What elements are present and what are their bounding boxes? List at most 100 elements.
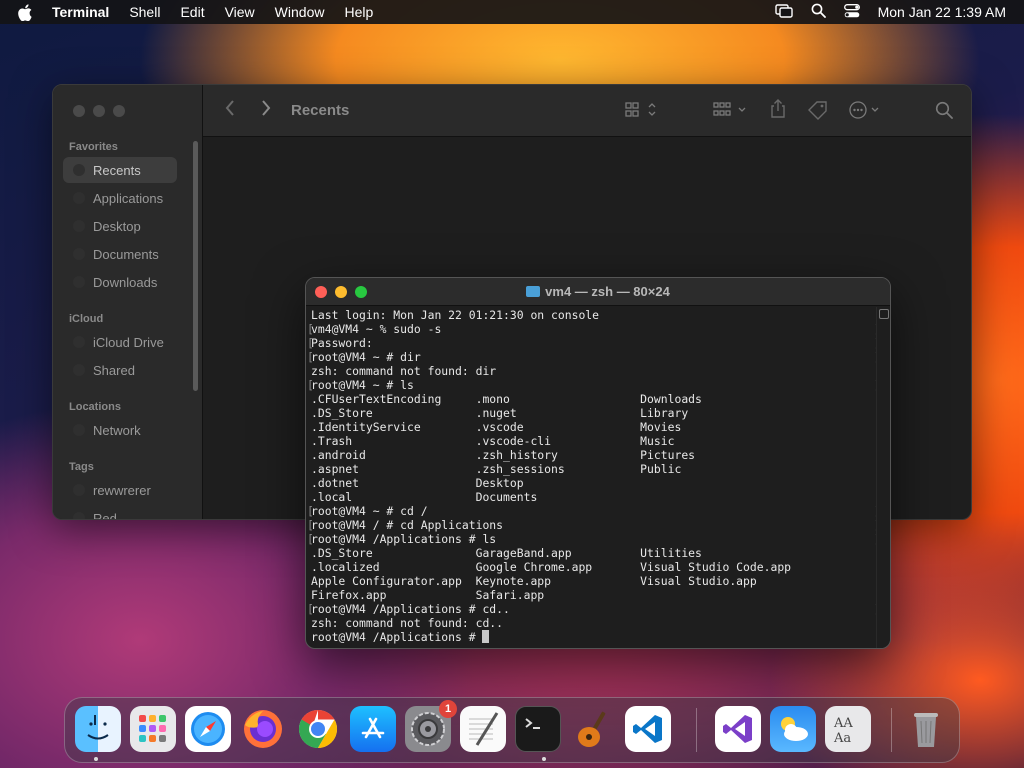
sidebar-item-applications[interactable]: Applications [63,185,177,211]
terminal-line-text: zsh: command not found: dir [311,364,497,378]
sidebar-item-label: Recents [93,162,141,178]
menu-bar: Terminal Shell Edit View Window Help Mon… [0,0,1024,24]
menu-app-terminal[interactable]: Terminal [52,4,109,20]
finder-close-button[interactable] [73,105,85,117]
finder-window-controls [73,105,125,117]
sidebar-item-icloud-drive[interactable]: iCloud Drive [63,329,177,355]
sidebar-item-label: Desktop [93,218,141,234]
menu-view[interactable]: View [225,4,255,20]
menu-help[interactable]: Help [344,4,373,20]
applications-icon [73,192,85,204]
terminal-title-text: vm4 — zsh — 80×24 [545,284,670,299]
network-icon [73,424,85,436]
dock-finder[interactable] [75,706,121,752]
finder-zoom-button[interactable] [113,105,125,117]
terminal-line: .DS_Store GarageBand.app Utilities [311,546,876,560]
sidebar-item-shared[interactable]: Shared [63,357,177,383]
menu-edit[interactable]: Edit [180,4,204,20]
terminal-line-text: root@VM4 ~ # cd / [311,504,428,518]
sidebar-item-tag-red[interactable]: Red [63,505,177,519]
apple-menu-icon[interactable] [18,3,36,21]
dock-launchpad[interactable] [130,706,176,752]
terminal-line: [root@VM4 ~ # cd /] [307,504,881,518]
terminal-titlebar[interactable]: vm4 — zsh — 80×24 [306,278,890,306]
dock-visual-studio[interactable] [715,706,761,752]
menu-shell[interactable]: Shell [129,4,160,20]
dock-firefox[interactable] [240,706,286,752]
terminal-line: .Trash .vscode-cli Music [311,434,876,448]
download-icon [73,276,85,288]
dock-textedit[interactable] [460,706,506,752]
sidebar-section-favorites: Favorites [69,141,118,153]
view-grid-icon[interactable] [625,102,659,123]
menu-window[interactable]: Window [275,4,325,20]
document-icon [73,248,85,260]
terminal-line-text: root@VM4 /Applications # ls [311,532,497,546]
back-chevron-icon[interactable] [225,99,235,122]
terminal-line: .DS_Store .nuget Library [311,406,876,420]
sidebar-section-tags: Tags [69,461,94,473]
sidebar-item-network[interactable]: Network [63,417,177,443]
dock-font-book[interactable]: AA Aa [825,706,871,752]
terminal-scrollbar[interactable] [876,307,890,648]
finder-window-title: Recents [291,102,350,119]
terminal-line: [vm4@VM4 ~ % sudo -s] [307,322,881,336]
terminal-line: zsh: command not found: cd.. [311,616,876,630]
command-mark-left: [ [307,532,314,546]
running-indicator [542,757,546,761]
terminal-line-text: .aspnet .zsh_sessions Public [311,462,682,476]
terminal-line: [root@VM4 /Applications # cd..] [307,602,881,616]
dock-weather[interactable] [770,706,816,752]
sidebar-item-label: iCloud Drive [93,334,164,350]
share-icon[interactable] [769,99,787,124]
dock-garageband[interactable] [570,706,616,752]
terminal-prompt-icon [525,718,540,729]
sidebar-scrollbar[interactable] [193,141,198,391]
terminal-line-text: Last login: Mon Jan 22 01:21:30 on conso… [311,308,600,322]
dock-system-settings[interactable]: 1 [405,700,457,752]
terminal-line-text: vm4@VM4 ~ % sudo -s [311,322,442,336]
sidebar-item-documents[interactable]: Documents [63,241,177,267]
terminal-line-text: Password: [311,336,373,350]
cloud-icon [73,336,85,348]
scrollbar-toggle-icon[interactable] [879,309,889,319]
spotlight-search-icon[interactable] [811,3,826,21]
dock-trash[interactable] [903,706,949,752]
search-icon[interactable] [935,101,953,124]
terminal-line-text: .Trash .vscode-cli Music [311,434,675,448]
terminal-line: [Password:] [307,336,881,350]
group-by-icon[interactable] [713,102,749,123]
terminal-line-text: root@VM4 ~ # dir [311,350,421,364]
terminal-line: .aspnet .zsh_sessions Public [311,462,876,476]
dock-app-store[interactable] [350,706,396,752]
running-indicator [94,757,98,761]
dock-terminal[interactable] [515,706,561,752]
sidebar-item-tag-rewwrerer[interactable]: rewwrerer [63,477,177,503]
firefox-icon [244,710,282,748]
terminal-line: [root@VM4 /Applications # ls] [307,532,881,546]
terminal-output[interactable]: Last login: Mon Jan 22 01:21:30 on conso… [306,307,881,648]
terminal-line-text: .android .zsh_history Pictures [311,448,696,462]
clock-icon [73,164,85,176]
terminal-window[interactable]: vm4 — zsh — 80×24 Last login: Mon Jan 22… [305,277,891,649]
sidebar-item-downloads[interactable]: Downloads [63,269,177,295]
terminal-line-text: .DS_Store GarageBand.app Utilities [311,546,702,560]
sidebar-item-recents[interactable]: Recents [63,157,177,183]
menu-bar-clock[interactable]: Mon Jan 22 1:39 AM [878,4,1006,20]
terminal-line-text: Apple Configurator.app Keynote.app Visua… [311,574,757,588]
forward-chevron-icon[interactable] [261,99,271,122]
terminal-line-text: .dotnet Desktop [311,476,524,490]
terminal-line: Apple Configurator.app Keynote.app Visua… [311,574,876,588]
dock-google-chrome[interactable] [295,706,341,752]
screen-mirroring-icon[interactable] [774,3,793,21]
font-book-icon: AAAa [833,716,853,746]
sidebar-item-desktop[interactable]: Desktop [63,213,177,239]
sidebar-item-label: Network [93,422,141,438]
finder-minimize-button[interactable] [93,105,105,117]
control-center-icon[interactable] [843,3,860,21]
dock-safari[interactable] [185,706,231,752]
more-actions-icon[interactable] [849,101,885,124]
dock-visual-studio-code[interactable] [625,706,671,752]
tag-dot-icon [73,512,85,519]
tag-icon[interactable] [807,100,829,125]
